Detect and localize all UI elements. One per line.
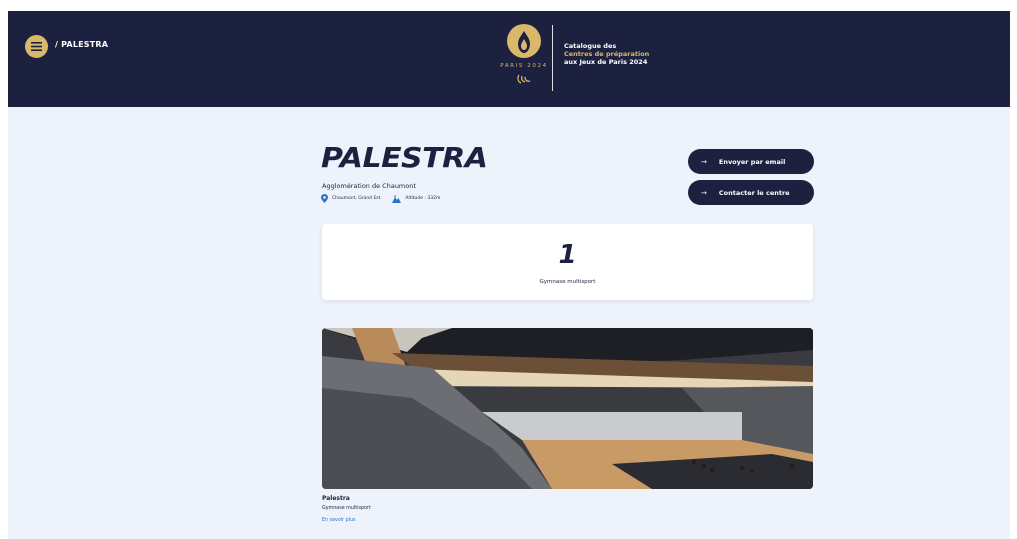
location-pin-icon [321, 194, 328, 203]
venue-title: PALESTRA [321, 142, 488, 175]
arrow-right-icon: → [701, 157, 707, 166]
venue-location: Chaumont, Grand Est [332, 196, 381, 201]
arena-image [322, 328, 813, 489]
arrow-right-icon: → [701, 188, 707, 197]
arena-photo[interactable] [322, 328, 813, 489]
catalog-line-2: Centres de préparation [564, 50, 650, 58]
contact-center-button[interactable]: → Contacter le centre [688, 180, 814, 205]
venue-subtitle: Agglomération de Chaumont [322, 182, 416, 190]
logo-text: PARIS 2024 [500, 63, 548, 69]
stats-card: 1 Gymnase multisport [322, 224, 813, 300]
page: / PALESTRA PARIS 2024 Catalogue des Cent… [8, 11, 1010, 539]
site-header: / PALESTRA PARIS 2024 Catalogue des Cent… [8, 11, 1010, 107]
venue-altitude: Altitude : 332m [405, 196, 441, 201]
catalog-line-3: aux Jeux de Paris 2024 [564, 58, 648, 66]
flame-icon [518, 31, 530, 53]
facility-count-label: Gymnase multisport [539, 279, 596, 285]
send-email-label: Envoyer par email [718, 157, 786, 166]
mountain-icon [392, 194, 402, 203]
facility-card-subtitle: Gymnase multisport [322, 506, 371, 511]
send-email-button[interactable]: → Envoyer par email [688, 149, 814, 174]
menu-icon [31, 42, 42, 51]
learn-more-link[interactable]: En savoir plus [322, 518, 356, 523]
catalog-title: Catalogue des Centres de préparation aux… [564, 42, 649, 66]
menu-button[interactable] [25, 35, 48, 58]
agitos-icon [517, 74, 531, 84]
venue-meta: Chaumont, Grand Est Altitude : 332m [321, 194, 440, 203]
breadcrumb[interactable]: / PALESTRA [55, 40, 108, 49]
paris-2024-logo[interactable]: PARIS 2024 [496, 22, 556, 94]
contact-center-label: Contacter le centre [718, 188, 790, 197]
facility-card-title: Palestra [322, 495, 350, 502]
facility-count: 1 [558, 240, 577, 270]
logo-divider [552, 25, 553, 91]
catalog-line-1: Catalogue des [564, 42, 617, 50]
